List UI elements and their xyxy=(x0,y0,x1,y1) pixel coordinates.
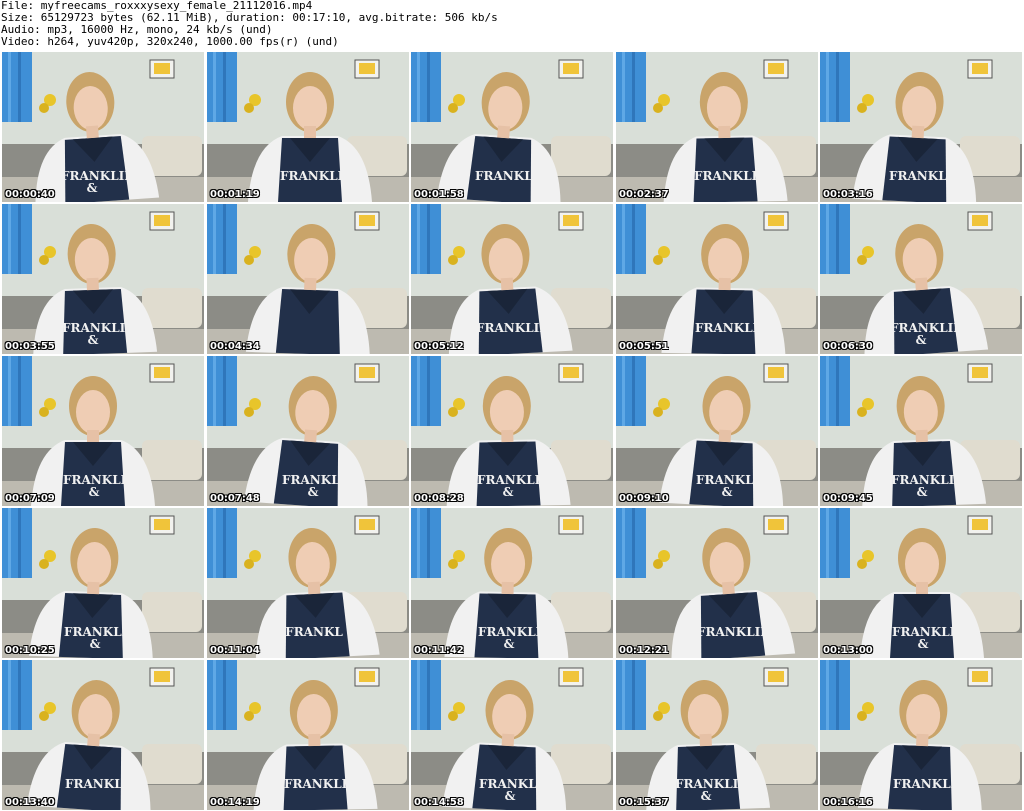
video-thumbnail[interactable]: FRANKLIN 00:05:51 xyxy=(616,204,818,354)
video-thumbnail[interactable]: FRANKLIN 00:01:19 xyxy=(207,52,409,202)
timestamp-label: 00:13:00 xyxy=(823,645,873,656)
frame-image xyxy=(207,204,409,354)
timestamp-label: 00:04:34 xyxy=(210,341,260,352)
shirt-text: FRANKLIN & xyxy=(479,777,554,803)
shirt-text: FRANKLIN xyxy=(280,169,355,183)
shirt-text: FRANKLIN xyxy=(893,777,968,791)
shirt-text: FRANKLIN & xyxy=(892,625,967,651)
video-thumbnail[interactable]: FRANKLIN & 00:08:28 xyxy=(411,356,613,506)
shirt-text: FRANKLIN & xyxy=(696,473,771,499)
timestamp-label: 00:13:40 xyxy=(5,797,55,808)
shirt-text: FRANKLI xyxy=(65,777,129,791)
timestamp-label: 00:07:48 xyxy=(210,493,260,504)
timestamp-label: 00:03:16 xyxy=(823,189,873,200)
timestamp-label: 00:01:19 xyxy=(210,189,260,200)
shirt-text: FRANKLIN xyxy=(476,321,551,335)
timestamp-label: 00:03:55 xyxy=(5,341,55,352)
video-thumbnail[interactable]: FRANKLIN & 00:11:42 xyxy=(411,508,613,658)
shirt-text: FRANKLIN xyxy=(694,169,769,183)
shirt-text: FRANKLIN xyxy=(697,625,772,639)
timestamp-label: 00:16:16 xyxy=(823,797,873,808)
video-thumbnail[interactable]: FRANKLIN & 00:00:40 xyxy=(2,52,204,202)
timestamp-label: 00:06:30 xyxy=(823,341,873,352)
video-thumbnail[interactable]: FRANKLIN & 00:15:37 xyxy=(616,660,818,810)
timestamp-label: 00:10:25 xyxy=(5,645,55,656)
timestamp-label: 00:14:19 xyxy=(210,797,260,808)
video-thumbnail[interactable]: FRANKLIN 00:16:16 xyxy=(820,660,1022,810)
video-thumbnail[interactable]: FRANKLIN & 00:14:58 xyxy=(411,660,613,810)
video-thumbnail[interactable]: FRANKLIN & 00:03:55 xyxy=(2,204,204,354)
timestamp-label: 00:00:40 xyxy=(5,189,55,200)
shirt-text: FRANKLIN xyxy=(475,169,550,183)
video-thumbnail[interactable]: FRANKLIN 00:14:19 xyxy=(207,660,409,810)
video-thumbnail[interactable]: FRANKLIN 00:05:12 xyxy=(411,204,613,354)
timestamp-label: 00:07:09 xyxy=(5,493,55,504)
timestamp-label: 00:01:58 xyxy=(414,189,464,200)
timestamp-label: 00:05:51 xyxy=(619,341,669,352)
video-line: Video: h264, yuv420p, 320x240, 1000.00 f… xyxy=(1,35,339,48)
shirt-text: FRANKL xyxy=(285,625,343,639)
timestamp-label: 00:11:42 xyxy=(414,645,464,656)
timestamp-label: 00:15:37 xyxy=(619,797,669,808)
video-thumbnail[interactable]: FRANKLIN & 00:07:09 xyxy=(2,356,204,506)
timestamp-label: 00:14:58 xyxy=(414,797,464,808)
shirt-text: FRANKLIN & xyxy=(282,473,357,499)
shirt-text: FRANKLIN & xyxy=(477,473,552,499)
video-thumbnail[interactable]: FRANKLIN & 00:10:25 xyxy=(2,508,204,658)
video-thumbnail[interactable]: FRANKLIN 00:02:37 xyxy=(616,52,818,202)
video-thumbnail[interactable]: FRANKLIN 00:12:21 xyxy=(616,508,818,658)
timestamp-label: 00:05:12 xyxy=(414,341,464,352)
timestamp-label: 00:02:37 xyxy=(619,189,669,200)
video-thumbnail[interactable]: FRANKLI 00:13:40 xyxy=(2,660,204,810)
shirt-text: FRANKLIN xyxy=(695,321,770,335)
shirt-text: FRANKLIN & xyxy=(63,473,138,499)
timestamp-label: 00:08:28 xyxy=(414,493,464,504)
video-thumbnail[interactable]: FRANKLIN 00:03:16 xyxy=(820,52,1022,202)
shirt-text: FRANKLIN & xyxy=(890,321,965,347)
info-header: File: myfreecams_roxxxysexy_female_21112… xyxy=(0,0,1024,50)
shirt-text: FRANKLIN & xyxy=(62,321,137,347)
shirt-text: FRANKLIN & xyxy=(478,625,553,651)
timestamp-label: 00:11:04 xyxy=(210,645,260,656)
timestamp-label: 00:09:45 xyxy=(823,493,873,504)
video-thumbnail[interactable]: FRANKLIN & 00:06:30 xyxy=(820,204,1022,354)
video-thumbnail[interactable]: 00:04:34 xyxy=(207,204,409,354)
shirt-text: FRANKLIN & xyxy=(64,625,139,651)
shirt-text: FRANKLIN xyxy=(889,169,964,183)
timestamp-label: 00:09:10 xyxy=(619,493,669,504)
shirt-text: FRANKLIN & xyxy=(61,169,136,195)
video-thumbnail[interactable]: FRANKLIN 00:01:58 xyxy=(411,52,613,202)
video-thumbnail[interactable]: FRANKLIN & 00:07:48 xyxy=(207,356,409,506)
timestamp-label: 00:12:21 xyxy=(619,645,669,656)
shirt-text: FRANKLIN & xyxy=(675,777,750,803)
video-thumbnail[interactable]: FRANKLIN & 00:13:00 xyxy=(820,508,1022,658)
video-thumbnail[interactable]: FRANKLIN & 00:09:10 xyxy=(616,356,818,506)
video-thumbnail[interactable]: FRANKLIN & 00:09:45 xyxy=(820,356,1022,506)
video-thumbnail[interactable]: FRANKL 00:11:04 xyxy=(207,508,409,658)
shirt-text: FRANKLIN & xyxy=(891,473,966,499)
shirt-text: FRANKLIN xyxy=(284,777,359,791)
